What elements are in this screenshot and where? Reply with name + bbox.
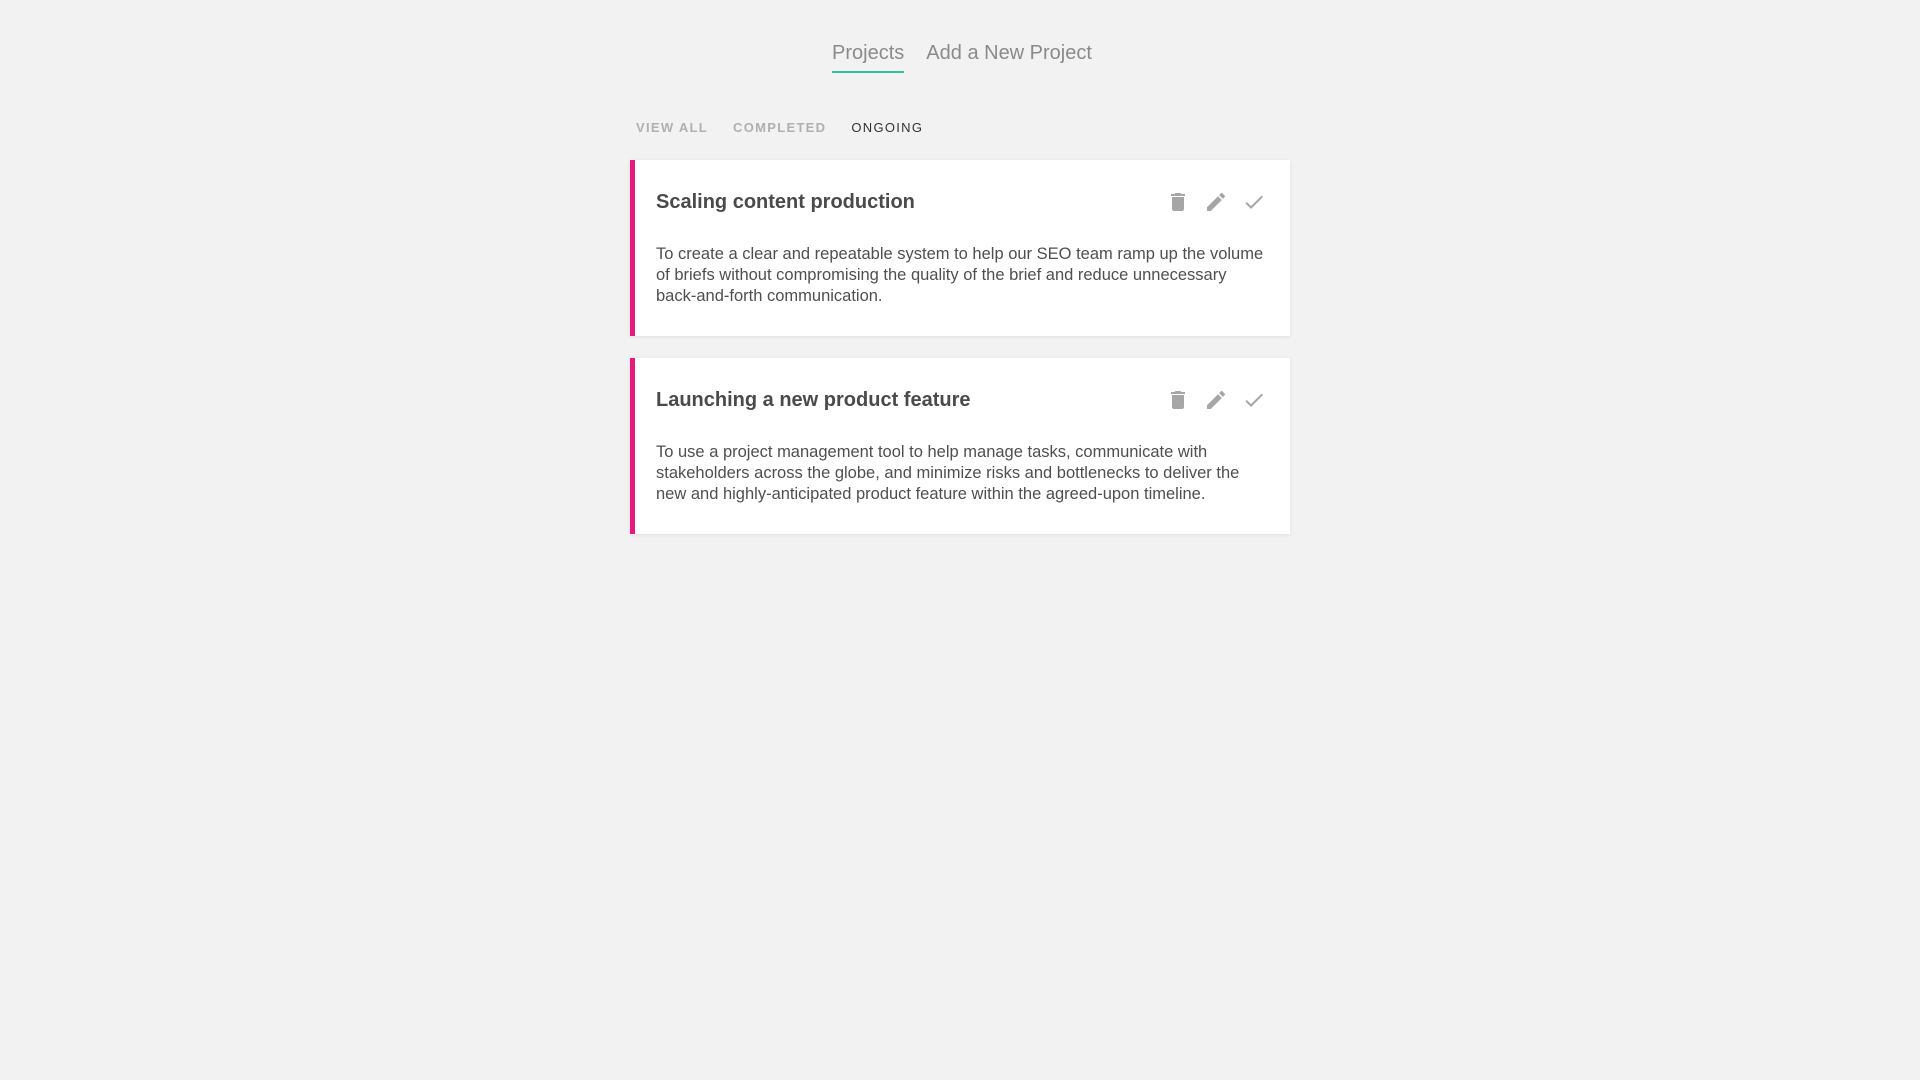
pencil-icon[interactable] — [1204, 190, 1228, 214]
project-description: To create a clear and repeatable system … — [656, 245, 1264, 305]
check-icon[interactable] — [1242, 190, 1266, 214]
trash-icon[interactable] — [1166, 190, 1190, 214]
top-nav: Projects Add a New Project — [0, 41, 1920, 73]
project-title: Scaling content production — [656, 190, 915, 213]
pencil-icon[interactable] — [1204, 388, 1228, 412]
nav-link-projects[interactable]: Projects — [832, 41, 905, 73]
project-actions — [1166, 388, 1266, 412]
project-card-header: Launching a new product feature — [656, 388, 1266, 412]
filter-completed[interactable]: COMPLETED — [733, 120, 826, 135]
project-description: To use a project management tool to help… — [656, 443, 1240, 503]
project-card: Scaling content production To create a c… — [630, 160, 1290, 336]
project-filters: VIEW ALL COMPLETED ONGOING — [636, 120, 923, 135]
project-title: Launching a new product feature — [656, 388, 971, 411]
project-card: Launching a new product feature To use a… — [630, 358, 1290, 534]
trash-icon[interactable] — [1166, 388, 1190, 412]
nav-link-add-project[interactable]: Add a New Project — [926, 41, 1092, 73]
filter-view-all[interactable]: VIEW ALL — [636, 120, 708, 135]
filter-ongoing[interactable]: ONGOING — [851, 120, 923, 135]
project-card-header: Scaling content production — [656, 190, 1266, 214]
project-actions — [1166, 190, 1266, 214]
check-icon[interactable] — [1242, 388, 1266, 412]
project-list: Scaling content production To create a c… — [630, 160, 1290, 556]
